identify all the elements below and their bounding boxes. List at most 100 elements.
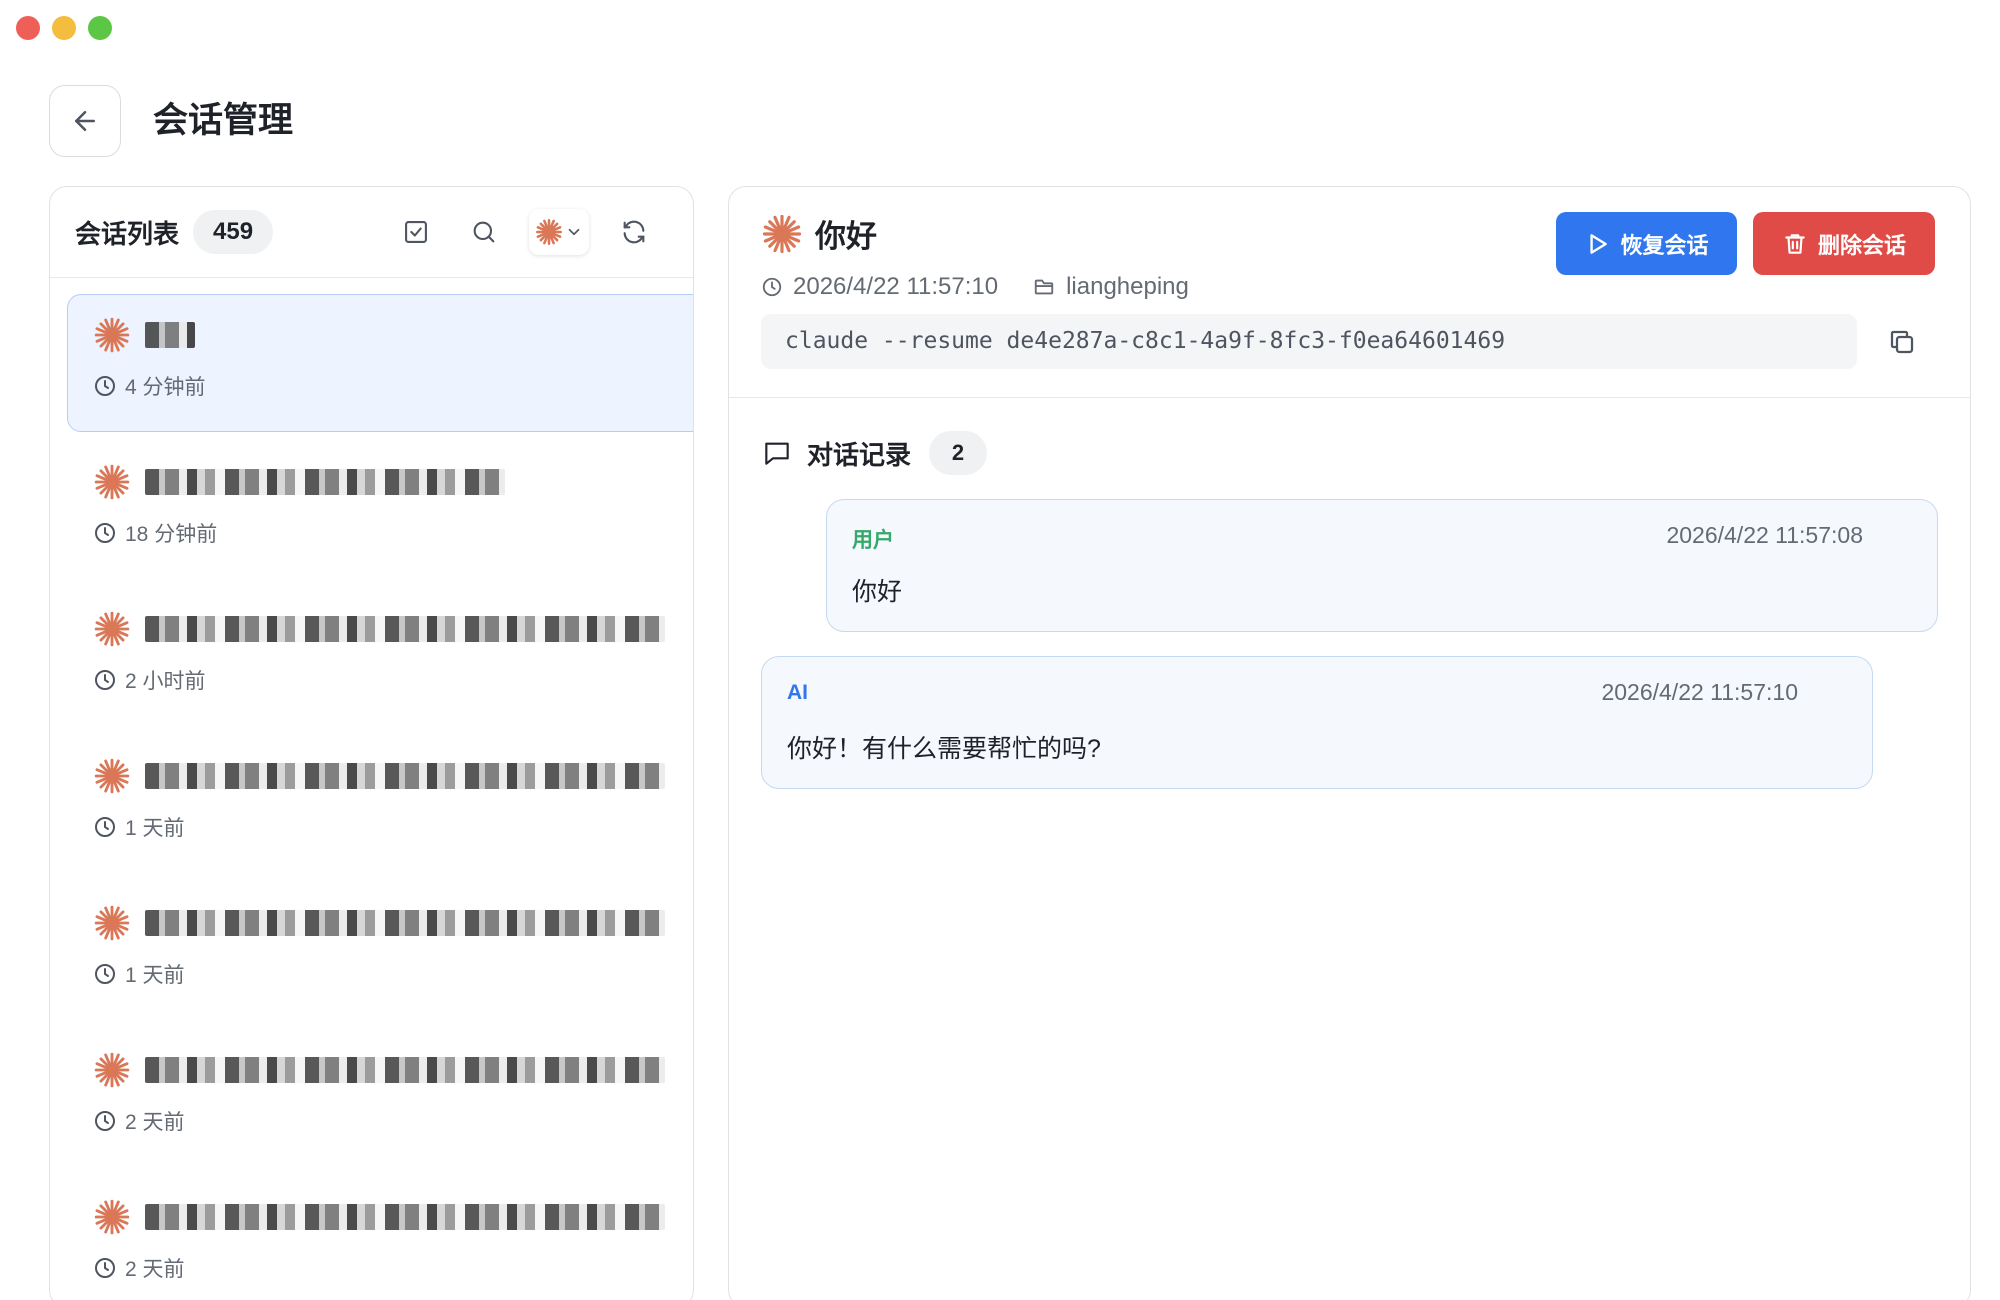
session-time: 1 天前 [125, 817, 185, 840]
session-datetime: 2026/4/22 11:57:10 [761, 273, 998, 301]
checkbox-icon [405, 221, 427, 243]
session-list-panel: 会话列表 459 4 分钟前 18 分钟前 2 小时前 1 天前 1 天前 2 天前 2 天… [49, 186, 694, 1300]
message-text: 你好 [852, 578, 903, 606]
provider-filter-dropdown[interactable] [529, 209, 589, 255]
resume-session-label: 恢复会话 [1620, 232, 1709, 258]
back-button[interactable] [49, 85, 121, 157]
refresh-icon [623, 220, 645, 244]
session-title-row [93, 899, 693, 947]
select-mode-button[interactable] [393, 209, 439, 255]
session-time-row: 2 天前 [93, 1253, 693, 1283]
session-list-item[interactable]: 2 天前 [67, 1176, 693, 1300]
session-detail-header: 你好 2026/4/22 11:57:10 liangheping claude… [729, 187, 1970, 398]
session-list-item[interactable]: 2 小时前 [67, 588, 693, 726]
message-ai: AI 2026/4/22 11:57:10 你好！有什么需要帮忙的吗? [761, 656, 1873, 789]
copy-command-button[interactable] [1885, 325, 1919, 359]
session-title-redacted [145, 616, 665, 642]
session-list-item[interactable]: 2 天前 [67, 1029, 693, 1167]
delete-session-button[interactable]: 删除会话 [1753, 212, 1935, 275]
refresh-button[interactable] [611, 209, 657, 255]
session-title-row [93, 311, 693, 359]
folder-icon [1034, 279, 1054, 295]
copy-icon [1890, 330, 1914, 354]
session-meta: 2026/4/22 11:57:10 liangheping [761, 273, 1223, 301]
clock-icon [95, 1258, 115, 1278]
clock-icon [762, 277, 782, 297]
claude-spark-icon [94, 464, 130, 500]
session-list-item[interactable]: 4 分钟前 [67, 294, 693, 432]
message-role: 用户 [852, 529, 894, 552]
session-title-redacted [145, 763, 665, 789]
resume-command-box[interactable]: claude --resume de4e287a-c8c1-4a9f-8fc3-… [761, 314, 1857, 369]
minimize-window-button[interactable] [52, 16, 76, 40]
zoom-window-button[interactable] [88, 16, 112, 40]
session-list-item[interactable]: 1 天前 [67, 882, 693, 1020]
claude-spark-icon [536, 219, 562, 245]
resume-session-button[interactable]: 恢复会话 [1556, 212, 1737, 275]
message-text: 你好！有什么需要帮忙的吗? [787, 735, 1101, 763]
delete-session-label: 删除会话 [1817, 232, 1906, 258]
claude-spark-icon [762, 214, 802, 253]
claude-spark-icon [94, 758, 130, 794]
claude-spark-icon [94, 1199, 130, 1235]
session-toolbar [393, 209, 657, 255]
session-time-row: 2 天前 [93, 1106, 693, 1136]
session-title-redacted [145, 322, 195, 348]
session-list-title: 会话列表 [75, 218, 180, 249]
session-folder: liangheping [1032, 273, 1189, 301]
clock-icon [95, 964, 115, 984]
claude-spark-icon [94, 905, 130, 941]
chat-history-header: 对话记录 2 [761, 431, 988, 475]
session-time-row: 1 天前 [93, 812, 693, 842]
page-title: 会话管理 [153, 101, 294, 140]
session-list-header: 会话列表 459 [50, 187, 693, 278]
message-icon [765, 442, 789, 465]
clock-icon [95, 1111, 115, 1131]
session-title-redacted [145, 1057, 665, 1083]
message-time: 2026/4/22 11:57:08 [1666, 522, 1863, 548]
arrow-left-icon [75, 111, 95, 131]
session-time: 1 天前 [125, 964, 185, 987]
clock-icon [95, 523, 115, 543]
message-role: AI [787, 681, 808, 704]
session-list-item[interactable]: 1 天前 [67, 735, 693, 873]
chat-message-count: 2 [929, 431, 988, 475]
session-time: 18 分钟前 [125, 523, 218, 546]
session-title-redacted [145, 1204, 665, 1230]
chat-history-title: 对话记录 [807, 439, 912, 470]
search-icon [473, 221, 495, 243]
session-title-row [93, 752, 693, 800]
session-title-redacted [145, 910, 665, 936]
session-time-row: 4 分钟前 [93, 371, 693, 401]
claude-spark-icon [94, 317, 130, 353]
session-title-redacted [145, 469, 505, 495]
session-folder-text: liangheping [1066, 273, 1189, 300]
session-time: 2 天前 [125, 1258, 185, 1281]
trash-icon [1785, 233, 1805, 254]
search-button[interactable] [461, 209, 507, 255]
detail-title-row: 你好 [761, 211, 877, 256]
session-list-item[interactable]: 18 分钟前 [67, 441, 693, 579]
chevron-down-icon [568, 228, 580, 236]
clock-icon [95, 670, 115, 690]
message-time: 2026/4/22 11:57:10 [1601, 679, 1798, 705]
play-icon [1590, 233, 1608, 254]
window-controls [16, 16, 112, 40]
session-time: 2 小时前 [125, 670, 206, 693]
session-datetime-text: 2026/4/22 11:57:10 [793, 273, 999, 300]
claude-spark-icon [94, 611, 130, 647]
session-title-row [93, 458, 693, 506]
session-title-row [93, 1193, 693, 1241]
session-title-row [93, 1046, 693, 1094]
session-detail-panel: 你好 2026/4/22 11:57:10 liangheping claude… [728, 186, 1971, 1300]
session-title: 你好 [815, 219, 877, 254]
message-user: 用户 2026/4/22 11:57:08 你好 [826, 499, 1938, 632]
session-time-row: 2 小时前 [93, 665, 693, 695]
close-window-button[interactable] [16, 16, 40, 40]
session-count-badge: 459 [193, 210, 274, 254]
session-time-row: 1 天前 [93, 959, 693, 989]
session-title-row [93, 605, 693, 653]
session-list: 4 分钟前 18 分钟前 2 小时前 1 天前 1 天前 2 天前 2 天前 [67, 294, 693, 1300]
clock-icon [95, 817, 115, 837]
session-time: 2 天前 [125, 1111, 185, 1134]
